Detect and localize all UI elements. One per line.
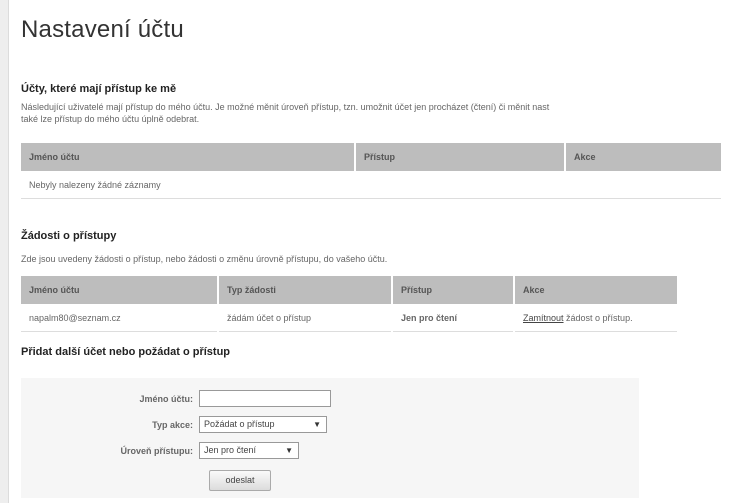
column-header-account: Jméno účtu bbox=[21, 143, 355, 171]
form-row-access-level: Úroveň přístupu: Jen pro čtení ▼ bbox=[21, 442, 639, 462]
access-section-description-1: Následující uživatelé mají přístup do mé… bbox=[21, 102, 550, 112]
requests-table-header: Jméno účtu Typ žádosti Přístup Akce bbox=[21, 276, 677, 304]
action-type-select[interactable]: Požádat o přístup ▼ bbox=[199, 416, 327, 433]
add-account-form: Jméno účtu: Typ akce: Požádat o přístup … bbox=[21, 378, 639, 498]
settings-panel: Nastavení účtu Účty, které mají přístup … bbox=[8, 0, 734, 503]
requests-table: Jméno účtu Typ žádosti Přístup Akce napa… bbox=[21, 276, 677, 332]
submit-button[interactable]: odeslat bbox=[209, 470, 271, 491]
table-row: Nebyly nalezeny žádné záznamy bbox=[21, 171, 721, 199]
add-section-title: Přidat další účet nebo požádat o přístup bbox=[21, 346, 231, 358]
chevron-down-icon: ▼ bbox=[313, 420, 321, 429]
form-row-account: Jméno účtu: bbox=[21, 390, 639, 410]
request-action-cell: Zamítnout žádost o přístup. bbox=[513, 304, 677, 332]
column-header-access: Přístup bbox=[354, 143, 565, 171]
access-section-title: Účty, které mají přístup ke mě bbox=[21, 83, 177, 95]
request-account: napalm80@seznam.cz bbox=[21, 304, 218, 332]
form-row-action-type: Typ akce: Požádat o přístup ▼ bbox=[21, 416, 639, 436]
access-table-header: Jméno účtu Přístup Akce bbox=[21, 143, 721, 171]
requests-section-title: Žádosti o přístupy bbox=[21, 230, 117, 242]
access-level-label: Úroveň přístupu: bbox=[120, 446, 193, 456]
column-header-access: Přístup bbox=[391, 276, 514, 304]
access-section-description-2: také lze přístup do mého účtu úplně odeb… bbox=[21, 114, 200, 124]
column-header-account: Jméno účtu bbox=[21, 276, 218, 304]
action-type-label: Typ akce: bbox=[152, 420, 193, 430]
action-type-value: Požádat o přístup bbox=[204, 419, 275, 429]
requests-section-description: Zde jsou uvedeny žádosti o přístup, nebo… bbox=[21, 254, 388, 264]
access-table: Jméno účtu Přístup Akce Nebyly nalezeny … bbox=[21, 143, 721, 199]
empty-message: Nebyly nalezeny žádné záznamy bbox=[21, 171, 721, 199]
column-header-action: Akce bbox=[513, 276, 677, 304]
column-header-action: Akce bbox=[564, 143, 721, 171]
access-level-select[interactable]: Jen pro čtení ▼ bbox=[199, 442, 299, 459]
table-row: napalm80@seznam.cz žádám účet o přístup … bbox=[21, 304, 677, 332]
account-name-input[interactable] bbox=[199, 390, 331, 407]
chevron-down-icon: ▼ bbox=[285, 446, 293, 455]
access-level-value: Jen pro čtení bbox=[204, 445, 257, 455]
account-label: Jméno účtu: bbox=[139, 394, 193, 404]
page-title: Nastavení účtu bbox=[21, 16, 184, 43]
reject-link[interactable]: Zamítnout bbox=[523, 313, 564, 323]
request-access: Jen pro čtení bbox=[391, 304, 514, 332]
request-action-text: žádost o přístup. bbox=[563, 312, 633, 323]
column-header-request-type: Typ žádosti bbox=[217, 276, 392, 304]
request-type: žádám účet o přístup bbox=[217, 304, 392, 332]
